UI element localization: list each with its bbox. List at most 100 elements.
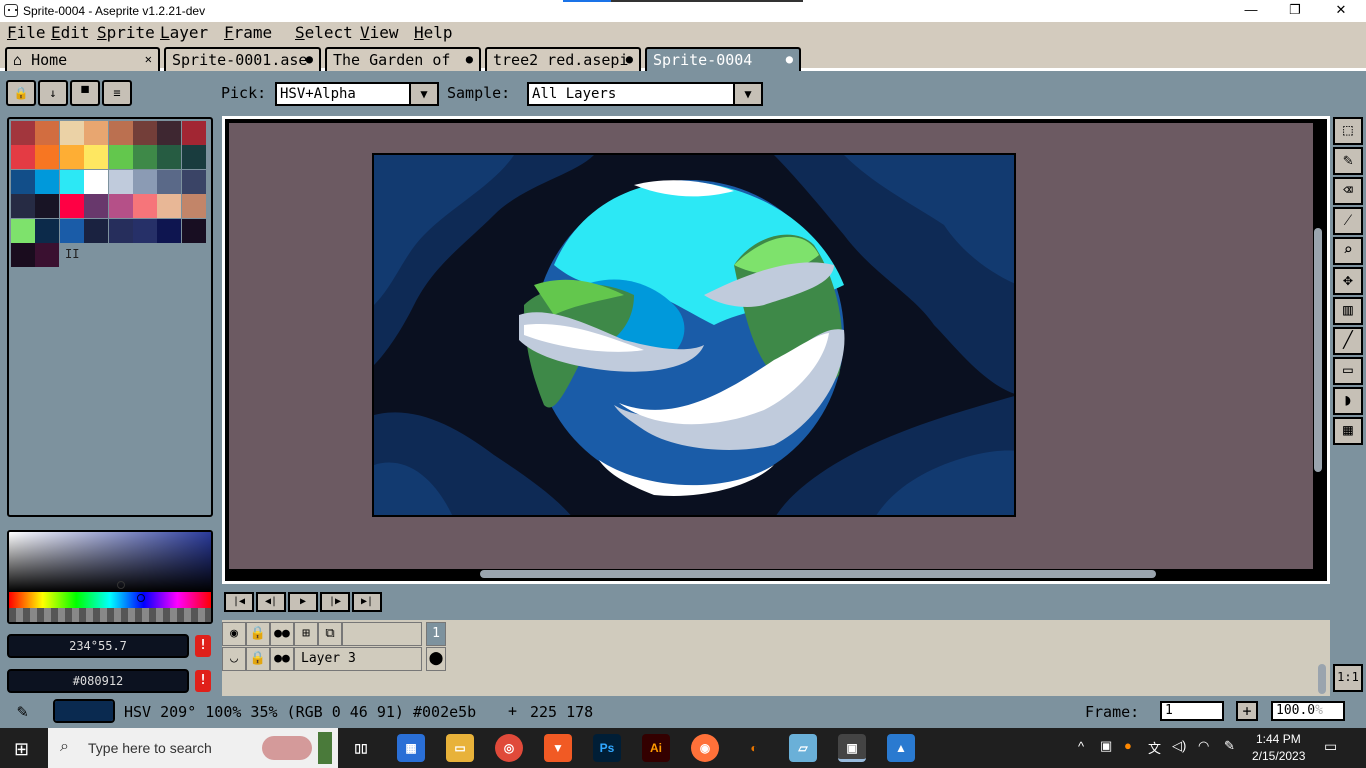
visibility-eye-icon[interactable]: ◉: [222, 622, 246, 646]
file-explorer-icon[interactable]: ▭: [446, 734, 474, 762]
reset-zoom-button[interactable]: 1:1: [1333, 664, 1363, 692]
hue-cursor[interactable]: [137, 594, 145, 602]
palette-swatch[interactable]: [108, 121, 133, 145]
menu-file[interactable]: File: [7, 23, 46, 42]
palette-swatch[interactable]: [35, 121, 60, 145]
notepad-icon[interactable]: ▱: [789, 734, 817, 762]
new-frame-button[interactable]: +: [1236, 701, 1258, 721]
palette-swatch[interactable]: [11, 218, 35, 243]
palette-swatch[interactable]: [59, 121, 84, 145]
palette-swatch[interactable]: [35, 243, 60, 267]
palette-swatch[interactable]: [133, 218, 157, 243]
windows-start-icon[interactable]: ⊞: [14, 739, 29, 760]
horizontal-scrollbar[interactable]: [480, 570, 1156, 578]
palette-swatch[interactable]: [59, 218, 84, 243]
palette-swatch[interactable]: [108, 145, 133, 170]
last-frame-icon[interactable]: ▶|: [352, 592, 382, 612]
chevron-down-icon[interactable]: ▼: [409, 82, 439, 106]
saturation-value-area[interactable]: [9, 532, 211, 592]
lock-icon[interactable]: 🔒: [246, 647, 270, 671]
palette-swatch[interactable]: [108, 218, 133, 243]
first-frame-icon[interactable]: |◀: [224, 592, 254, 612]
palette-swatch[interactable]: [35, 169, 60, 194]
timeline-scrollbar[interactable]: [1318, 664, 1326, 694]
palette-swatch[interactable]: [133, 194, 157, 219]
cel-icon[interactable]: ⬤: [426, 647, 446, 671]
palette-swatch[interactable]: [181, 169, 206, 194]
palette-swatch[interactable]: [181, 145, 206, 170]
photos-icon[interactable]: ▲: [887, 734, 915, 762]
palette-swatch[interactable]: [35, 194, 60, 219]
palette-swatch[interactable]: [84, 194, 109, 219]
palette-swatch[interactable]: [59, 169, 84, 194]
rectangular-marquee-icon[interactable]: ⬚: [1333, 117, 1363, 145]
palette-swatch[interactable]: [133, 145, 157, 170]
continuous-icon[interactable]: ●●: [270, 647, 294, 671]
palette-swatch[interactable]: [59, 145, 84, 170]
frame-input[interactable]: 1: [1160, 701, 1224, 721]
clock-time[interactable]: 1:44 PM: [1256, 732, 1301, 746]
palette-swatch[interactable]: [84, 121, 109, 145]
palette-swatch[interactable]: [11, 145, 35, 170]
menu-layer[interactable]: Layer: [160, 23, 208, 42]
menu-select[interactable]: Select: [295, 23, 353, 42]
blender-icon[interactable]: ◐: [740, 734, 768, 762]
wifi-icon[interactable]: ◠: [1198, 738, 1209, 754]
tab-garden[interactable]: The Garden of ●: [325, 47, 481, 71]
lock-icon[interactable]: 🔒: [246, 622, 270, 646]
menu-view[interactable]: View: [360, 23, 399, 42]
warning-icon[interactable]: !: [195, 635, 211, 657]
next-frame-icon[interactable]: |▶: [320, 592, 350, 612]
brave-icon[interactable]: ▼: [544, 734, 572, 762]
volume-icon[interactable]: ◁): [1172, 738, 1186, 754]
palette-swatch[interactable]: [11, 194, 35, 219]
palette-swatch[interactable]: [108, 194, 133, 219]
alpha-slider[interactable]: [9, 608, 211, 622]
previous-frame-icon[interactable]: ◀|: [256, 592, 286, 612]
firefox-icon[interactable]: ◉: [691, 734, 719, 762]
lock-palette-button[interactable]: 🔒: [6, 80, 36, 106]
menu-edit[interactable]: Edit: [51, 23, 90, 42]
sample-select[interactable]: All Layers ▼: [527, 82, 763, 106]
palette-swatch[interactable]: [11, 243, 35, 267]
palette-swatch[interactable]: [181, 121, 206, 145]
zoom-input[interactable]: 100.0%: [1271, 701, 1345, 721]
frame-header[interactable]: 1: [426, 622, 446, 646]
palette-swatch[interactable]: [11, 121, 35, 145]
menu-sprite[interactable]: Sprite: [97, 23, 155, 42]
modified-dot-icon[interactable]: ●: [626, 52, 633, 66]
palette-swatch[interactable]: [84, 218, 109, 243]
hex-field[interactable]: #080912: [7, 669, 189, 693]
sprite-canvas[interactable]: [372, 153, 1016, 517]
palette-swatch[interactable]: [35, 218, 60, 243]
palette-swatch[interactable]: [84, 169, 109, 194]
palette-swatch[interactable]: [133, 169, 157, 194]
modified-dot-icon[interactable]: ●: [466, 52, 473, 66]
hue-slider[interactable]: [9, 592, 211, 608]
link-cels-icon[interactable]: ⧉: [318, 622, 342, 646]
store-icon[interactable]: ▦: [397, 734, 425, 762]
taskbar-search[interactable]: ⌕ Type here to search: [48, 728, 338, 768]
tray-icon[interactable]: ▣: [1100, 738, 1112, 754]
presets-button[interactable]: ▀: [70, 80, 100, 106]
notifications-icon[interactable]: ▭: [1324, 738, 1337, 755]
blur-icon[interactable]: ▦: [1333, 417, 1363, 445]
palette-swatch[interactable]: [157, 169, 182, 194]
eyedropper-icon[interactable]: ⁄: [1333, 207, 1363, 235]
move-icon[interactable]: ✥: [1333, 267, 1363, 295]
pen-icon[interactable]: ✎: [1224, 738, 1235, 754]
color-picker[interactable]: [7, 530, 213, 624]
maximize-button[interactable]: ❐: [1272, 0, 1318, 22]
chevron-down-icon[interactable]: ▼: [733, 82, 763, 106]
hsv-field[interactable]: 234°55.7: [7, 634, 189, 658]
clock-date[interactable]: 2/15/2023: [1252, 749, 1305, 763]
foreground-color-swatch[interactable]: [53, 699, 115, 723]
tab-sprite-0004[interactable]: Sprite-0004 ●: [645, 47, 801, 71]
palette-swatch[interactable]: [157, 194, 182, 219]
modified-dot-icon[interactable]: ●: [786, 52, 793, 66]
close-icon[interactable]: ✕: [145, 52, 152, 66]
tab-home[interactable]: ⌂ Home ✕: [5, 47, 160, 71]
palette-swatch[interactable]: [181, 218, 206, 243]
picker-cursor[interactable]: [117, 581, 125, 589]
hidden-eye-icon[interactable]: ◡: [222, 647, 246, 671]
